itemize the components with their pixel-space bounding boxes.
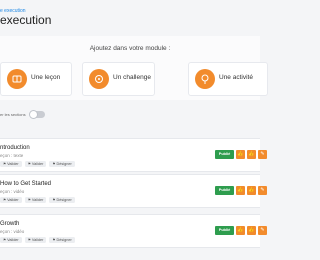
section-subtitle: eçon : texte [0, 153, 24, 158]
page-title: execution [0, 13, 52, 27]
edit-icon[interactable]: ✎ [258, 186, 267, 195]
add-module-panel: Ajoutez dans votre module : Une leçon Un… [0, 36, 268, 100]
sections-toggle[interactable] [28, 110, 45, 119]
add-lesson-card[interactable]: Une leçon [0, 62, 72, 96]
lesson-icon [7, 69, 27, 89]
section-button[interactable]: ⚑ Valider [24, 161, 47, 167]
section-button[interactable]: ⚑ Valider [0, 237, 22, 243]
challenge-icon [89, 69, 109, 89]
section-title[interactable]: ntroduction [0, 145, 30, 151]
flag-icon: ⚑ [27, 198, 31, 202]
flag-icon: ⚑ [27, 238, 31, 242]
edit-icon[interactable]: ✎ [258, 150, 267, 159]
section-button[interactable]: ⚑ Valider [0, 161, 22, 167]
thumb-icon[interactable]: 👍 [236, 186, 245, 195]
section-row[interactable]: Growth eçon : vidéo ⚑ Valider ⚑ Valider ⚑ D… [0, 214, 267, 248]
flag-icon: ⚑ [3, 238, 7, 242]
add-challenge-card[interactable]: Un challenge [82, 62, 155, 96]
thumb-icon[interactable]: 👍 [236, 150, 245, 159]
section-title[interactable]: How to Get Started [0, 181, 51, 187]
flag-icon: ⚑ [3, 198, 7, 202]
flag-icon: ⚑ [3, 162, 7, 166]
section-button[interactable]: ⚑ Valider [24, 197, 47, 203]
flag-icon: ⚑ [52, 198, 56, 202]
sections-toggle-row: er les sections [0, 110, 45, 119]
thumb-icon[interactable]: 👍 [247, 186, 256, 195]
section-subtitle: eçon : vidéo [0, 189, 25, 194]
edit-icon[interactable]: ✎ [258, 226, 267, 235]
section-row[interactable]: How to Get Started eçon : vidéo ⚑ Valider… [0, 174, 267, 208]
section-button[interactable]: ⚑ Désigner [49, 161, 75, 167]
flag-icon: ⚑ [27, 162, 31, 166]
add-activity-label: Une activité [219, 74, 253, 81]
add-module-title: Ajoutez dans votre module : [89, 45, 171, 52]
flag-icon: ⚑ [52, 238, 56, 242]
section-button[interactable]: ⚑ Valider [24, 237, 47, 243]
sections-toggle-label: er les sections [0, 112, 26, 117]
toggle-knob [28, 110, 38, 119]
add-lesson-label: Une leçon [31, 74, 61, 81]
section-button[interactable]: ⚑ Désigner [49, 237, 75, 243]
published-badge[interactable]: Publié [215, 150, 234, 159]
thumb-icon[interactable]: 👍 [247, 150, 256, 159]
section-row[interactable]: ntroduction eçon : texte ⚑ Valider ⚑ Valid… [0, 138, 267, 172]
flag-icon: ⚑ [52, 162, 56, 166]
thumb-icon[interactable]: 👍 [247, 226, 256, 235]
thumb-icon[interactable]: 👍 [236, 226, 245, 235]
activity-icon [195, 69, 215, 89]
section-title[interactable]: Growth [0, 221, 19, 227]
section-button[interactable]: ⚑ Valider [0, 197, 22, 203]
section-button[interactable]: ⚑ Désigner [49, 197, 75, 203]
add-activity-card[interactable]: Une activité [188, 62, 268, 96]
add-challenge-label: Un challenge [113, 74, 151, 81]
published-badge[interactable]: Publié [215, 186, 234, 195]
published-badge[interactable]: Publié [215, 226, 234, 235]
section-subtitle: eçon : vidéo [0, 229, 25, 234]
